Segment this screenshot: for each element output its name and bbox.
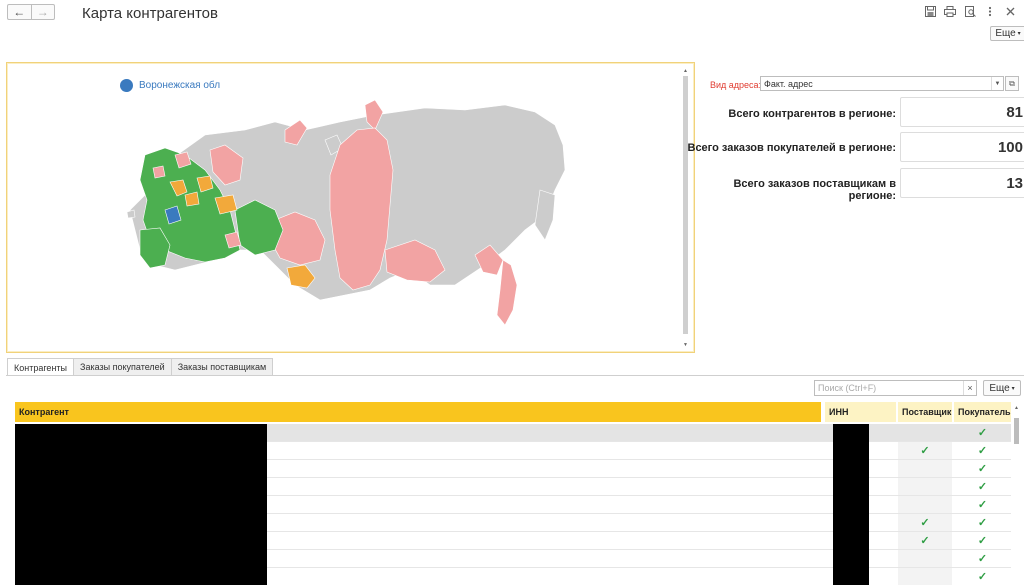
scroll-down-icon[interactable]: ▼ — [682, 342, 689, 348]
russia-regions-map[interactable] — [125, 100, 575, 335]
page-title: Карта контрагентов — [82, 5, 218, 22]
supplier-cell — [898, 550, 952, 567]
tab-counterparties[interactable]: Контрагенты — [7, 358, 75, 376]
column-header-supplier[interactable]: Поставщик — [898, 402, 952, 422]
preview-icon[interactable] — [964, 5, 976, 17]
buyer-cell: ✓ — [954, 424, 1011, 441]
more-button-label: Еще — [989, 382, 1010, 394]
column-header-counterparty[interactable]: Контрагент — [15, 402, 821, 422]
print-icon[interactable] — [944, 5, 956, 17]
tabs-bar: Контрагенты Заказы покупателей Заказы по… — [7, 358, 274, 376]
supplier-cell — [898, 460, 952, 477]
navigation-buttons: ← → — [7, 4, 55, 20]
map-region-pink-sakhalin — [496, 259, 518, 326]
address-type-select[interactable]: Факт. адрес ▼ — [760, 76, 1004, 91]
back-button[interactable]: ← — [8, 5, 31, 19]
stat-supplier-orders-value: 13 — [900, 168, 1024, 198]
search-input[interactable]: Поиск (Ctrl+F) × — [814, 380, 977, 396]
header-toolbar — [924, 5, 1016, 17]
buyer-cell: ✓ — [954, 532, 1011, 549]
tabs-divider — [6, 375, 1024, 376]
supplier-cell — [898, 478, 952, 495]
supplier-check-icon: ✓ — [920, 535, 930, 547]
buyer-cell: ✓ — [954, 442, 1011, 459]
stat-counterparties-label: Всего контрагентов в регионе: — [728, 108, 896, 120]
supplier-cell — [898, 496, 952, 513]
column-header-inn[interactable]: ИНН — [825, 402, 896, 422]
chevron-down-icon: ▾ — [1011, 385, 1015, 392]
close-icon[interactable] — [1004, 5, 1016, 17]
more-button-label: Еще — [995, 28, 1016, 39]
counterparties-table: Контрагент ИНН Поставщик Покупатель ✓ ✓ ✓ ✓… — [15, 402, 1011, 585]
buyer-cell: ✓ — [954, 514, 1011, 531]
buyer-cell: ✓ — [954, 550, 1011, 567]
map-region-gray-kaliningrad — [126, 209, 136, 219]
table-scrollbar[interactable]: ▲ — [1012, 402, 1021, 585]
forward-button[interactable]: → — [30, 5, 55, 19]
buyer-check-icon: ✓ — [977, 499, 988, 511]
stat-counterparties-value: 81 — [900, 97, 1024, 127]
buyer-check-icon: ✓ — [977, 571, 988, 583]
chevron-down-icon[interactable]: ▼ — [991, 77, 1003, 90]
column-header-buyer[interactable]: Покупатель — [954, 402, 1011, 422]
buyer-cell: ✓ — [954, 460, 1011, 477]
map-region-pink-europe-2 — [152, 165, 166, 179]
supplier-cell: ✓ — [898, 532, 952, 549]
supplier-check-icon: ✓ — [920, 445, 930, 457]
search-placeholder: Поиск (Ctrl+F) — [818, 383, 877, 393]
tab-customer-orders[interactable]: Заказы покупателей — [73, 358, 172, 375]
supplier-cell: ✓ — [898, 514, 952, 531]
supplier-cell: ✓ — [898, 442, 952, 459]
open-icon[interactable]: ⧉ — [1005, 76, 1019, 91]
buyer-check-icon: ✓ — [977, 535, 988, 547]
buyer-check-icon: ✓ — [977, 553, 988, 565]
buyer-check-icon: ✓ — [977, 517, 988, 529]
supplier-cell — [898, 424, 952, 441]
buyer-check-icon: ✓ — [977, 427, 988, 439]
stat-supplier-orders-label: Всего заказов поставщикам в регионе: — [733, 178, 896, 202]
map-legend: Воронежская обл — [120, 79, 220, 92]
redacted-inn-values — [833, 424, 869, 585]
legend-region-label: Воронежская обл — [139, 80, 221, 91]
address-type-label: Вид адреса: — [710, 80, 762, 90]
save-icon[interactable] — [924, 5, 936, 17]
legend-marker — [120, 79, 133, 92]
kebab-menu-icon[interactable] — [984, 5, 996, 17]
more-button-table[interactable]: Еще ▾ — [983, 380, 1021, 396]
buyer-cell: ✓ — [954, 496, 1011, 513]
buyer-check-icon: ✓ — [977, 463, 988, 475]
stat-customer-orders-value: 100 — [900, 132, 1024, 162]
address-type-value: Факт. адрес — [764, 78, 813, 89]
more-button-top[interactable]: Еще ▾ — [990, 26, 1024, 41]
supplier-check-icon: ✓ — [920, 517, 930, 529]
table-header: Контрагент ИНН Поставщик Покупатель — [15, 402, 1011, 422]
clear-search-icon[interactable]: × — [963, 381, 976, 395]
tab-supplier-orders[interactable]: Заказы поставщикам — [170, 358, 274, 375]
scroll-up-icon[interactable]: ▲ — [1012, 405, 1021, 411]
buyer-cell: ✓ — [954, 478, 1011, 495]
scroll-up-icon[interactable]: ▲ — [682, 68, 689, 74]
stat-customer-orders-label: Всего заказов покупателей в регионе: — [687, 142, 897, 154]
table-scrollbar-thumb[interactable] — [1014, 418, 1019, 444]
buyer-check-icon: ✓ — [977, 445, 988, 457]
redacted-counterparty-names — [15, 424, 267, 585]
supplier-cell — [898, 568, 952, 585]
buyer-check-icon: ✓ — [977, 481, 988, 493]
buyer-cell: ✓ — [954, 568, 1011, 585]
chevron-down-icon: ▾ — [1017, 31, 1021, 37]
